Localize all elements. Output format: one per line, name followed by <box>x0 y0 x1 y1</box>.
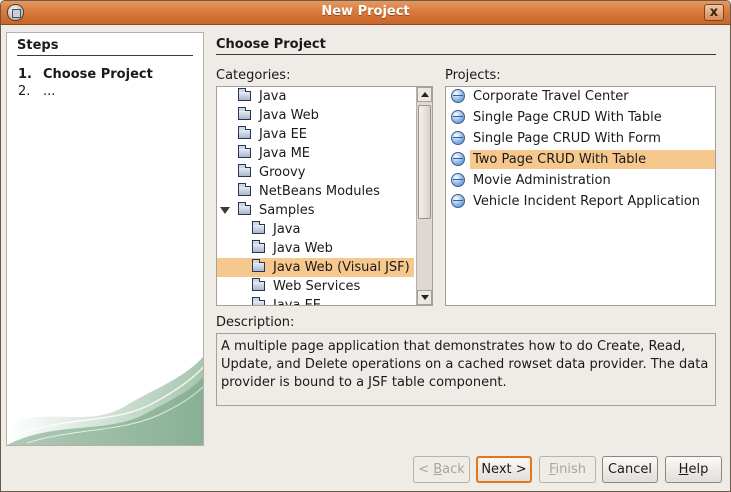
scroll-thumb[interactable] <box>418 105 431 219</box>
back-button[interactable]: < Back <box>413 456 470 483</box>
category-item[interactable]: Groovy <box>217 163 416 182</box>
title-bar[interactable]: New Project x <box>1 1 730 25</box>
category-item[interactable]: NetBeans Modules <box>217 182 416 201</box>
globe-icon <box>451 194 465 208</box>
step-number: 1. <box>18 67 32 82</box>
category-item[interactable]: Java Web <box>217 239 416 258</box>
globe-icon <box>451 173 465 187</box>
description-text: A multiple page application that demonst… <box>216 333 716 406</box>
globe-icon <box>451 131 465 145</box>
project-item-row[interactable]: Two Page CRUD With Table <box>446 150 715 169</box>
step-item-2: 2.... <box>18 84 55 99</box>
expand-arrow-icon[interactable] <box>220 207 230 214</box>
steps-panel: Steps 1. Choose Project 2.... <box>6 32 204 446</box>
arrow-up-icon <box>421 92 429 97</box>
projects-label: Projects: <box>445 68 501 83</box>
globe-icon <box>451 89 465 103</box>
help-button[interactable]: Help <box>665 456 722 483</box>
finish-button[interactable]: Finish <box>539 456 596 483</box>
next-button[interactable]: Next > <box>476 456 532 483</box>
globe-icon <box>451 152 465 166</box>
step-label: ... <box>43 84 56 99</box>
project-item[interactable]: Single Page CRUD With Form <box>446 129 715 148</box>
steps-heading: Steps <box>17 38 59 53</box>
category-item[interactable]: Java <box>217 87 416 106</box>
project-item[interactable]: Movie Administration <box>446 171 715 190</box>
panel-divider <box>216 54 716 55</box>
cancel-button[interactable]: Cancel <box>602 456 658 483</box>
scroll-up-button[interactable] <box>417 87 432 102</box>
close-button[interactable]: x <box>704 4 724 21</box>
category-item-selected[interactable]: Java Web (Visual JSF) <box>217 258 414 277</box>
category-item[interactable]: Java EE <box>217 125 416 144</box>
category-item[interactable]: Java <box>217 220 416 239</box>
folder-icon <box>252 259 265 272</box>
new-project-dialog: New Project x Steps 1. Choose Project 2..… <box>0 0 731 492</box>
step-label: Choose Project <box>43 67 153 82</box>
categories-tree[interactable]: Java Java Web Java EE Java ME Groovy Net… <box>216 86 433 306</box>
arrow-down-icon <box>421 295 429 300</box>
project-item[interactable]: Corporate Travel Center <box>446 87 715 106</box>
categories-label: Categories: <box>216 68 291 83</box>
category-item[interactable]: Java ME <box>217 144 416 163</box>
category-item[interactable]: Web Services <box>217 277 416 296</box>
folder-icon <box>252 240 265 253</box>
folder-icon <box>252 221 265 234</box>
category-item[interactable]: Java Web <box>217 106 416 125</box>
globe-icon <box>451 110 465 124</box>
category-item[interactable]: Java EE <box>217 296 416 305</box>
steps-divider <box>17 55 193 56</box>
category-item-samples[interactable]: Samples <box>217 201 416 220</box>
panel-title: Choose Project <box>216 37 326 52</box>
description-label: Description: <box>216 315 295 330</box>
decorative-swirl <box>7 357 203 445</box>
projects-list[interactable]: Corporate Travel Center Single Page CRUD… <box>445 86 716 306</box>
step-number: 2. <box>18 84 31 99</box>
folder-icon <box>238 164 251 177</box>
window-title: New Project <box>321 4 410 19</box>
folder-icon <box>238 107 251 120</box>
folder-icon <box>252 278 265 291</box>
project-item[interactable]: Single Page CRUD With Table <box>446 108 715 127</box>
folder-icon <box>238 126 251 139</box>
project-item[interactable]: Vehicle Incident Report Application <box>446 192 715 211</box>
scroll-down-button[interactable] <box>417 290 432 305</box>
open-folder-icon <box>238 202 251 215</box>
folder-icon <box>238 88 251 101</box>
project-item-selected[interactable]: Two Page CRUD With Table <box>470 150 715 169</box>
folder-icon <box>238 145 251 158</box>
folder-icon <box>252 297 265 305</box>
folder-icon <box>238 183 251 196</box>
step-item-1: 1. Choose Project <box>18 67 153 82</box>
categories-scrollbar[interactable] <box>416 87 432 305</box>
